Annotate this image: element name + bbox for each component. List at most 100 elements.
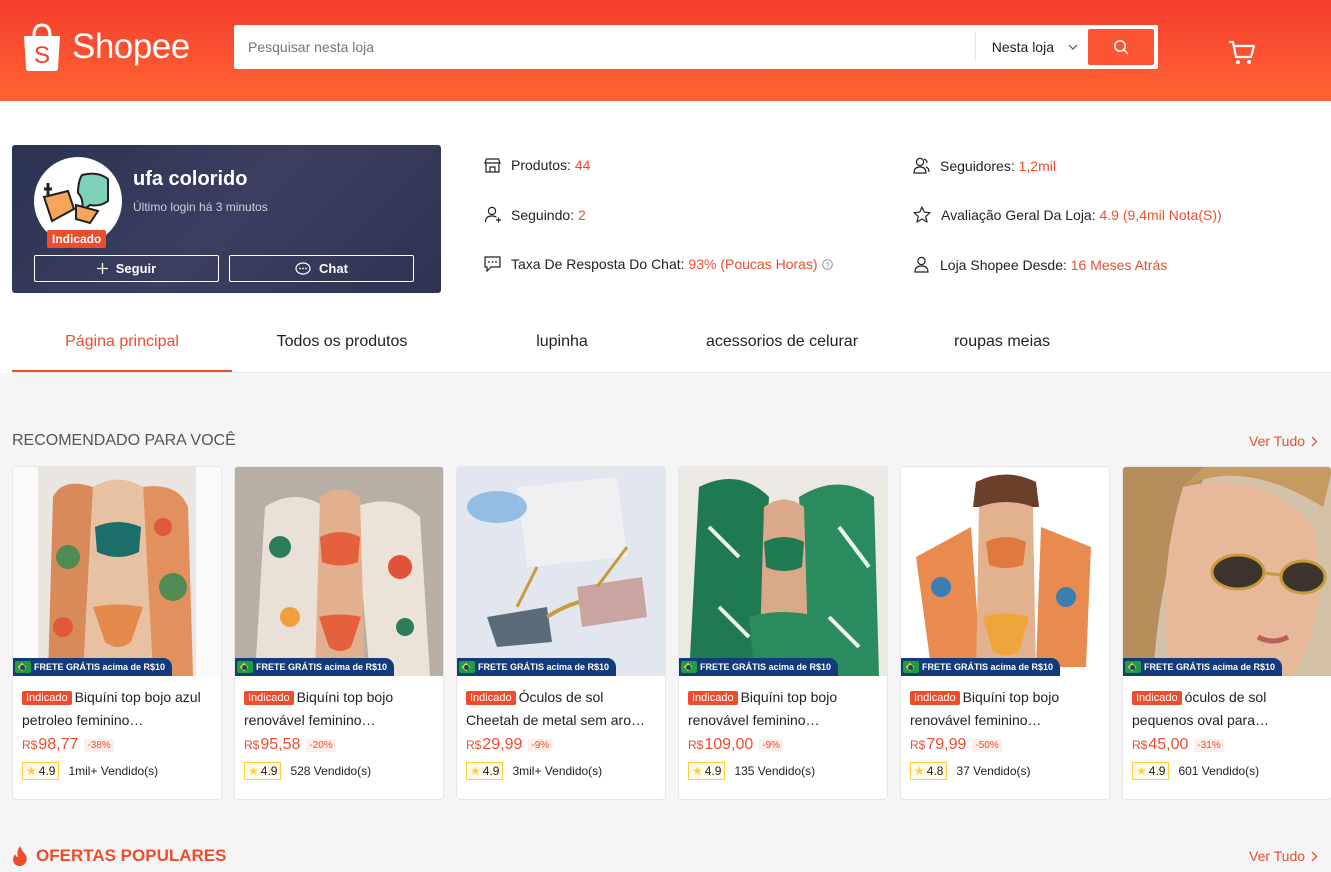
brazil-flag-icon [237,661,253,673]
ofertas-populares-title: OFERTAS POPULARES [12,846,226,866]
swimsuit-photo [48,479,193,676]
stat-seguindo-value[interactable]: 2 [578,207,586,223]
product-title[interactable]: Indicado óculos de sol pequenos oval para… [1123,676,1331,730]
store-icon [484,157,501,173]
help-circle-icon[interactable]: ? [821,258,833,270]
free-shipping-badge: FRETE GRÁTIS acima de R$10 [901,658,1061,676]
search-input[interactable] [234,25,975,69]
stat-chat-rate-label: Taxa De Resposta Do Chat: [511,256,689,272]
discount-badge: -9% [528,738,553,752]
plus-icon [96,263,108,274]
rating-badge: ★ 4.9 [688,762,726,780]
chat-dots-icon [484,256,501,272]
follow-label: Seguir [115,261,157,276]
shopee-logo[interactable]: S Shopee [20,22,190,72]
see-all-label: Ver Tudo [1249,848,1306,864]
sold-count: 135 Vendido(s) [734,764,816,778]
product-image: FRETE GRÁTIS acima de R$10 [679,467,887,676]
ofertas-see-all-link[interactable]: Ver Tudo [1249,848,1318,864]
sold-count: 3mil+ Vendido(s) [512,764,603,778]
sold-count: 37 Vendido(s) [956,764,1031,778]
search-scope-label: Nesta loja [991,39,1054,55]
indicado-tag: Indicado [910,691,960,705]
price-row: R$29,99 -9% [457,730,665,754]
free-shipping-label: FRETE GRÁTIS acima de R$10 [478,662,610,672]
sold-count: 601 Vendido(s) [1178,764,1260,778]
currency-symbol: R$ [466,738,482,752]
cart-icon [1229,40,1256,64]
product-title[interactable]: Indicado Biquíni top bojo renovável femin… [901,676,1109,730]
free-shipping-label: FRETE GRÁTIS acima de R$10 [34,662,166,672]
sunglasses-photo [457,467,665,676]
user-icon [914,256,929,273]
product-title[interactable]: Indicado Óculos de sol Cheetah de metal s… [457,676,665,730]
product-meta: ★ 4.9 528 Vendido(s) [235,754,443,788]
product-image: FRETE GRÁTIS acima de R$10 [235,467,443,676]
free-shipping-badge: FRETE GRÁTIS acima de R$10 [457,658,617,676]
product-card[interactable]: FRETE GRÁTIS acima de R$10 Indicado Biquí… [12,466,222,800]
stat-seguidores-label: Seguidores: [940,157,1019,174]
discount-badge: -38% [84,738,114,752]
recommended-product-list: FRETE GRÁTIS acima de R$10 Indicado Biquí… [12,466,1331,800]
brazil-flag-icon [459,661,475,673]
free-shipping-label: FRETE GRÁTIS acima de R$10 [256,662,388,672]
product-image: FRETE GRÁTIS acima de R$10 [13,467,221,676]
chevron-down-icon [1068,44,1078,50]
star-icon: ★ [914,764,925,778]
tab-lupinha[interactable]: lupinha [452,311,672,372]
stat-produtos: Produtos: 44 [484,157,590,173]
brazil-flag-icon [1125,661,1141,673]
product-title[interactable]: Indicado Biquíni top bojo azul petroleo f… [13,676,221,730]
product-card[interactable]: FRETE GRÁTIS acima de R$10 Indicado Biquí… [234,466,444,800]
brazil-flag-icon [15,661,31,673]
tab-roupas-meias[interactable]: roupas meias [892,311,1112,372]
search-icon [1114,40,1129,55]
search-button[interactable] [1088,29,1154,65]
product-card[interactable]: FRETE GRÁTIS acima de R$10 Indicado Biquí… [678,466,888,800]
svg-text:S: S [34,42,50,69]
stat-produtos-label: Produtos: [511,157,575,173]
search-scope-select[interactable]: Nesta loja [974,32,1088,62]
shop-card: Indicado ufa colorido Último login há 3 … [12,145,441,293]
stat-desde: Loja Shopee Desde: 16 Meses Atrás [913,256,1167,273]
free-shipping-label: FRETE GRÁTIS acima de R$10 [700,662,832,672]
product-card[interactable]: FRETE GRÁTIS acima de R$10 Indicado Óculo… [456,466,666,800]
stat-seguidores-value: 1,2mil [1018,157,1056,174]
discount-badge: -20% [306,738,336,752]
product-meta: ★ 4.8 37 Vendido(s) [901,754,1109,788]
product-image: FRETE GRÁTIS acima de R$10 [901,467,1109,676]
stat-seguindo: Seguindo: 2 [484,206,586,223]
chat-button[interactable]: Chat [229,255,414,282]
cart-button[interactable] [1228,40,1256,71]
product-card[interactable]: FRETE GRÁTIS acima de R$10 Indicado Biquí… [900,466,1110,800]
price-value: 98,77 [38,736,79,753]
ofertas-title-label: OFERTAS POPULARES [36,846,227,865]
search-bar: Nesta loja [234,25,1158,69]
rating-badge: ★ 4.8 [910,762,948,780]
stat-avaliacao-value[interactable]: 4.9 (9,4mil Nota(S)) [1100,207,1222,223]
product-title[interactable]: Indicado Biquíni top bojo renovável femin… [235,676,443,730]
tab-pagina-principal[interactable]: Página principal [12,311,232,372]
stat-desde-label: Loja Shopee Desde: [940,256,1071,273]
follow-button[interactable]: Seguir [34,255,219,282]
price-value: 29,99 [482,736,523,753]
brazil-flag-icon [903,661,919,673]
product-title[interactable]: Indicado Biquíni top bojo renovável femin… [679,676,887,730]
free-shipping-label: FRETE GRÁTIS acima de R$10 [922,662,1054,672]
tab-todos-produtos[interactable]: Todos os produtos [232,311,452,372]
product-card[interactable]: FRETE GRÁTIS acima de R$10 Indicado óculo… [1122,466,1331,800]
rating-value: 4.9 [482,764,500,778]
sold-count: 1mil+ Vendido(s) [68,764,159,778]
tab-acessorios-celular[interactable]: acessorios de celurar [672,311,892,372]
price-row: R$95,58 -20% [235,730,443,754]
discount-badge: -50% [972,738,1002,752]
free-shipping-badge: FRETE GRÁTIS acima de R$10 [679,658,839,676]
user-plus-icon [484,206,501,223]
recommended-see-all-link[interactable]: Ver Tudo [1249,433,1318,449]
top-header: S Shopee Nesta loja [0,0,1331,101]
rating-badge: ★ 4.9 [466,762,504,780]
currency-symbol: R$ [1132,738,1148,752]
swimsuit-photo [235,467,443,676]
currency-symbol: R$ [688,738,704,752]
indicado-tag: Indicado [466,691,516,705]
